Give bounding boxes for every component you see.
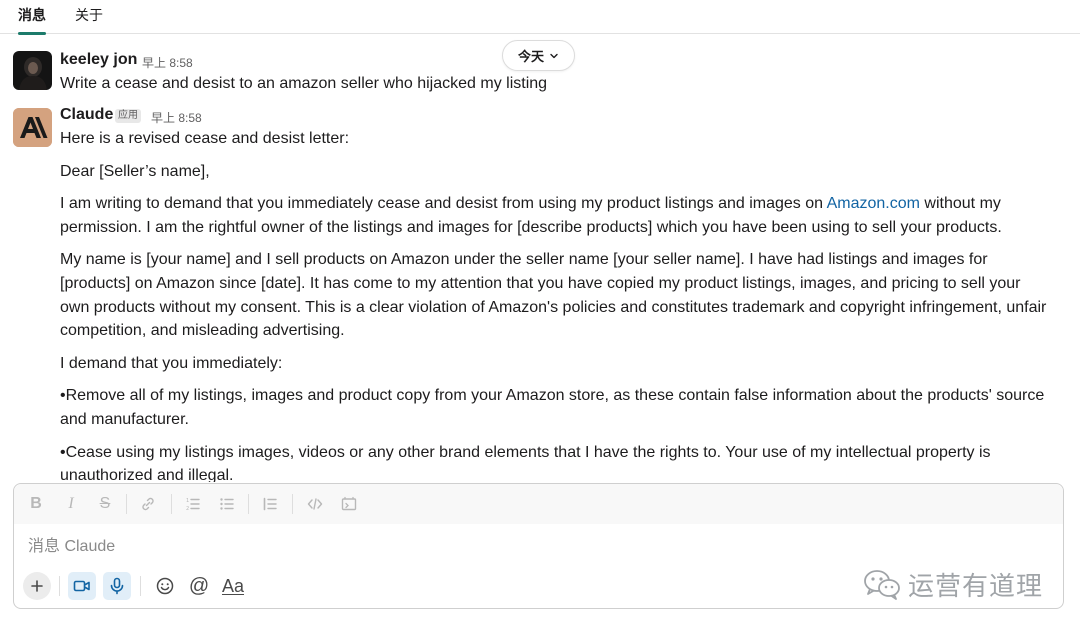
mention-icon: @ [188, 574, 210, 597]
date-divider-button[interactable]: 今天 [502, 40, 575, 71]
watermark: 运营有道理 [862, 566, 1043, 602]
avatar[interactable] [13, 108, 52, 147]
ordered-list-icon[interactable]: 12 [184, 495, 202, 513]
toolbar-divider [140, 576, 141, 596]
sender-name[interactable]: Claude [60, 106, 113, 124]
chevron-down-icon [550, 53, 558, 58]
tab-bar: 消息 关于 [0, 0, 1080, 35]
strikethrough-icon[interactable]: S [96, 495, 114, 513]
message-input[interactable] [28, 536, 1028, 558]
blockquote-icon[interactable] [261, 495, 279, 513]
plus-icon [31, 580, 43, 592]
tab-about[interactable]: 关于 [75, 6, 103, 34]
message-paragraph: My name is [your name] and I sell produc… [60, 251, 1047, 340]
message-item: Claude 应用 早上 8:58 Here is a revised ceas… [0, 106, 1080, 482]
toolbar-divider [292, 494, 293, 514]
sender-name[interactable]: keeley jon [60, 51, 137, 69]
message-list[interactable]: keeley jon 早上 8:58 Write a cease and des… [0, 36, 1080, 482]
add-attachment-button[interactable] [23, 572, 51, 600]
code-block-icon[interactable] [340, 495, 358, 513]
italic-icon[interactable]: I [62, 495, 80, 513]
formatting-toolbar: B I S 12 [14, 484, 1063, 524]
message-paragraph: Dear [Seller’s name], [60, 162, 210, 180]
message-paragraph: •Remove all of my listings, images and p… [60, 387, 1045, 428]
svg-text:1: 1 [186, 498, 189, 504]
formatting-icon: Aa [221, 575, 245, 596]
message-paragraph: Here is a revised cease and desist lette… [60, 130, 350, 147]
message-paragraph: •Cease using my listings images, videos … [60, 443, 991, 482]
tab-messages[interactable]: 消息 [18, 6, 46, 35]
watermark-text: 运营有道理 [908, 571, 1044, 602]
toolbar-divider [59, 576, 60, 596]
date-divider-label: 今天 [517, 49, 544, 64]
message-text: Write a cease and desist to an amazon se… [60, 75, 548, 92]
microphone-icon [110, 577, 124, 595]
text-segment: I am writing to demand that you immediat… [60, 195, 827, 213]
emoji-button[interactable] [151, 572, 179, 600]
svg-text:2: 2 [186, 506, 189, 512]
toolbar-divider [248, 494, 249, 514]
code-icon[interactable] [306, 495, 324, 513]
audio-clip-button[interactable] [103, 572, 131, 600]
toolbar-divider [126, 494, 127, 514]
link-icon[interactable] [139, 495, 157, 513]
toolbar-divider [171, 494, 172, 514]
amazon-link[interactable]: Amazon.com [827, 195, 920, 212]
message-paragraph: I am writing to demand that you immediat… [60, 192, 1050, 239]
bold-icon[interactable]: B [27, 495, 45, 513]
avatar[interactable] [13, 51, 52, 90]
emoji-icon [156, 577, 174, 595]
formatting-toggle-button[interactable]: Aa [219, 572, 247, 600]
message-timestamp[interactable]: 早上 8:58 [142, 54, 193, 71]
mention-button[interactable]: @ [185, 572, 213, 600]
message-timestamp[interactable]: 早上 8:58 [151, 109, 202, 126]
video-clip-button[interactable] [68, 572, 96, 600]
bullet-list-icon[interactable] [218, 495, 236, 513]
video-icon [73, 580, 90, 592]
wechat-logo [864, 570, 900, 600]
message-paragraph: I demand that you immediately: [60, 354, 283, 372]
app-badge: 应用 [115, 109, 141, 123]
message-text: Here is a revised cease and desist lette… [60, 127, 1050, 482]
